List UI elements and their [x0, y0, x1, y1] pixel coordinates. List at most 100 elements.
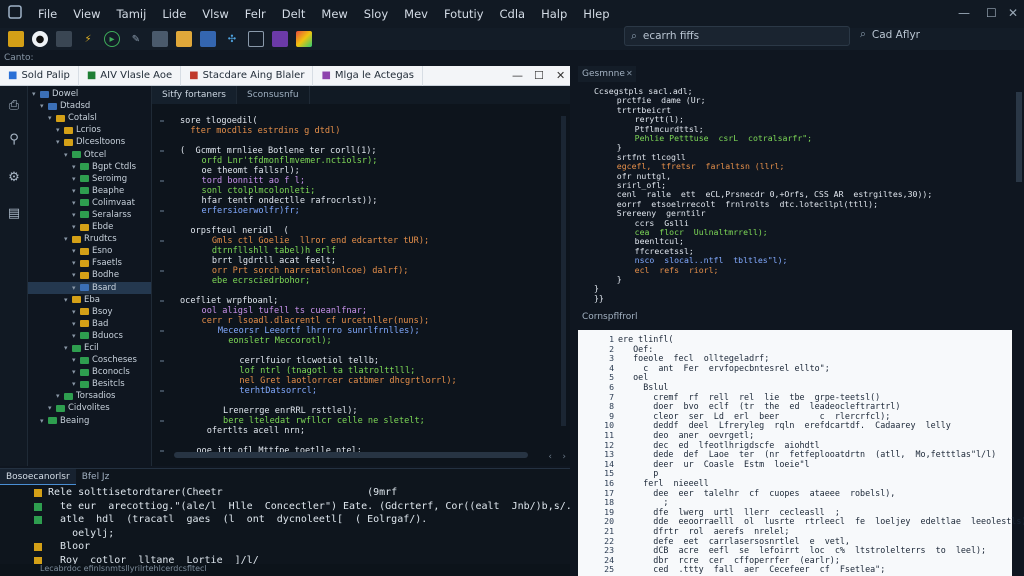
chevron-down-icon[interactable]: ▾: [56, 392, 64, 400]
chevron-down-icon[interactable]: ▾: [64, 296, 72, 304]
build-icon[interactable]: ⚡: [80, 31, 96, 47]
tree-item[interactable]: ▾ Dlcesltoons: [28, 136, 151, 148]
chevron-down-icon[interactable]: ▾: [72, 380, 80, 388]
tree-item[interactable]: ▾ Rrudtcs: [28, 233, 151, 245]
tree-item[interactable]: ▾ Ecil: [28, 342, 151, 354]
tree-item[interactable]: ▾ Bad: [28, 318, 151, 330]
scroll-left-icon[interactable]: ‹: [548, 452, 552, 462]
menu-item[interactable]: File: [30, 7, 65, 21]
tree-item[interactable]: ▾ Esno: [28, 245, 151, 257]
menu-item[interactable]: Hlep: [575, 7, 617, 21]
chevron-down-icon[interactable]: ▾: [72, 223, 80, 231]
tree-item[interactable]: ▾ Dtadsd: [28, 100, 151, 112]
chevron-down-icon[interactable]: ▾: [72, 368, 80, 376]
tree-item[interactable]: ▾ Eba: [28, 294, 151, 306]
menu-item[interactable]: Vlsw: [194, 7, 236, 21]
menu-item[interactable]: Mew: [313, 7, 355, 21]
tree-item[interactable]: ▾ Seroimg: [28, 173, 151, 185]
close-pane-icon[interactable]: ✕: [556, 69, 565, 82]
chevron-down-icon[interactable]: ▾: [72, 356, 80, 364]
panel-scrollbar[interactable]: [1016, 92, 1022, 182]
run-icon[interactable]: ▸: [104, 31, 120, 47]
chevron-down-icon[interactable]: ▾: [72, 308, 80, 316]
chevron-down-icon[interactable]: ▾: [72, 284, 80, 292]
tree-item[interactable]: ▾ Colimvaat: [28, 197, 151, 209]
minimize-pane-icon[interactable]: —: [512, 69, 523, 82]
tree-item[interactable]: ▾ Bgpt Ctdls: [28, 161, 151, 173]
tree-item[interactable]: ▾ Bsard: [28, 281, 151, 294]
editor-tab[interactable]: Sconsusnfu: [237, 86, 310, 104]
document-icon[interactable]: [200, 31, 216, 47]
scroll-right-icon[interactable]: ›: [562, 452, 566, 462]
explorer-icon[interactable]: ⎙: [6, 98, 22, 114]
save-icon[interactable]: [56, 31, 72, 47]
menu-item[interactable]: View: [65, 7, 108, 21]
chevron-down-icon[interactable]: ▾: [32, 90, 40, 98]
tree-item[interactable]: ▾ Ebde: [28, 221, 151, 233]
tree-item[interactable]: ▾ Bodhe: [28, 269, 151, 281]
file-tab[interactable]: ■ Stacdare Aing Blaler: [181, 65, 314, 86]
tree-item[interactable]: ▾ Bconocls: [28, 366, 151, 378]
close-panel-icon[interactable]: ✕: [626, 69, 633, 78]
chevron-down-icon[interactable]: ▾: [72, 320, 80, 328]
chevron-down-icon[interactable]: ▾: [40, 102, 48, 110]
close-window-icon[interactable]: ✕: [1008, 6, 1018, 20]
chevron-down-icon[interactable]: ▾: [64, 344, 72, 352]
location-icon[interactable]: ●: [32, 31, 48, 47]
chevron-down-icon[interactable]: ▾: [72, 247, 80, 255]
extensions-icon[interactable]: ⚙: [6, 170, 22, 186]
database-icon[interactable]: ▤: [6, 206, 22, 222]
minimize-icon[interactable]: —: [958, 6, 970, 20]
vertical-scrollbar[interactable]: [561, 116, 566, 426]
search-secondary[interactable]: ⌕ Cad Aflyr: [860, 28, 920, 41]
search-input[interactable]: ⌕ ecarrh fiffs: [624, 26, 850, 46]
editor-code-area[interactable]: sore tlogoedil( fter mocdlis estrdins g …: [152, 108, 570, 456]
chevron-down-icon[interactable]: ▾: [48, 114, 56, 122]
plugin-icon[interactable]: [272, 31, 288, 47]
chevron-down-icon[interactable]: ▾: [72, 175, 80, 183]
menu-item[interactable]: Halp: [533, 7, 575, 21]
tree-item[interactable]: ▾ Cotalsl: [28, 112, 151, 124]
chevron-down-icon[interactable]: ▾: [72, 259, 80, 267]
menu-item[interactable]: Sloy: [356, 7, 396, 21]
menu-item[interactable]: Mev: [396, 7, 436, 21]
editor-tab[interactable]: Sitfy fortaners: [152, 86, 237, 104]
menu-item[interactable]: Cdla: [492, 7, 534, 21]
debug-icon[interactable]: ⚲: [6, 132, 22, 148]
chevron-down-icon[interactable]: ▾: [48, 404, 56, 412]
menu-item[interactable]: Delt: [274, 7, 314, 21]
file-tab[interactable]: ■ Sold Palip: [0, 65, 79, 86]
chevron-down-icon[interactable]: ▾: [72, 199, 80, 207]
code-editor[interactable]: Sitfy fortaners Sconsusnfu sore tlogoedil…: [152, 86, 570, 466]
menu-item[interactable]: Fotutiy: [436, 7, 492, 21]
chevron-down-icon[interactable]: ▾: [72, 187, 80, 195]
menu-item[interactable]: Tamij: [109, 7, 155, 21]
maximize-icon[interactable]: ☐: [986, 6, 997, 20]
stack-icon[interactable]: [152, 31, 168, 47]
columns-icon[interactable]: [248, 31, 264, 47]
menu-item[interactable]: Felr: [237, 7, 274, 21]
tree-item[interactable]: ▾ Fsaetls: [28, 257, 151, 269]
chevron-down-icon[interactable]: ▾: [72, 211, 80, 219]
tree-item[interactable]: ▾ Besitcls: [28, 378, 151, 390]
chevron-down-icon[interactable]: ▾: [72, 271, 80, 279]
chevron-down-icon[interactable]: ▾: [56, 126, 64, 134]
tree-item[interactable]: ▾ Dowel: [28, 88, 151, 100]
tree-item[interactable]: ▾ Beaphe: [28, 185, 151, 197]
chevron-down-icon[interactable]: ▾: [56, 138, 64, 146]
chevron-down-icon[interactable]: ▾: [72, 163, 80, 171]
folder-icon[interactable]: [8, 31, 24, 47]
tree-item[interactable]: ▾ Torsadios: [28, 390, 151, 402]
tree-item[interactable]: ▾ Coscheses: [28, 354, 151, 366]
chevron-down-icon[interactable]: ▾: [72, 332, 80, 340]
tree-item[interactable]: ▾ Beaing: [28, 415, 151, 427]
file-tab[interactable]: ■ Mlga le Actegas: [313, 65, 423, 86]
share-icon[interactable]: ✣: [224, 31, 240, 47]
chevron-down-icon[interactable]: ▾: [40, 417, 48, 425]
terminal-tab[interactable]: Bosoecanorlsr: [0, 469, 76, 485]
wrench-icon[interactable]: ✎: [128, 31, 144, 47]
maximize-pane-icon[interactable]: ☐: [534, 69, 544, 82]
horizontal-scrollbar[interactable]: [174, 452, 528, 458]
tree-item[interactable]: ▾ Bduocs: [28, 330, 151, 342]
tree-item[interactable]: ▾ Cidvolites: [28, 402, 151, 414]
